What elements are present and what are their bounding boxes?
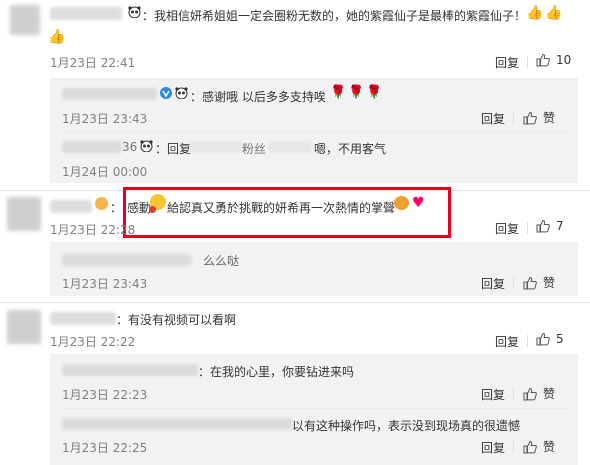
rose-emoji-icon: 🌹 [330,85,347,100]
username[interactable] [50,7,122,20]
heart-emoji-icon: ♥ [412,195,425,211]
avatar[interactable] [7,310,41,344]
like-label: 赞 [543,387,556,401]
separator [527,56,528,68]
username[interactable] [50,200,92,213]
reply-username[interactable] [62,418,292,430]
reply-button[interactable]: 回复 [495,220,519,237]
reply-timestamp: 1月23日 23:43 [62,277,148,291]
reply-prefix: ：回复 [155,142,192,156]
reply-button[interactable]: 回复 [495,54,519,71]
like-button[interactable]: 5 [536,332,564,346]
separator [527,222,528,234]
panda-emoji-icon [128,6,141,18]
panda-emoji-icon [175,87,188,99]
reply-timestamp: 1月24日 00:00 [62,165,148,179]
separator [513,388,514,400]
like-count: 10 [556,53,572,67]
thumbs-up-icon [536,53,550,67]
like-button[interactable]: 赞 [523,438,555,455]
thumbs-up-icon [536,219,550,233]
reply-username[interactable] [62,364,198,376]
reply-text: 以有这种操作吗，表示没到现场真的很遗憾 [292,419,521,433]
comment-text: 給認真又勇於挑戰的妍希再一次熱情的掌聲 [167,201,396,215]
avatar[interactable] [10,5,40,35]
like-button[interactable]: 赞 [523,274,555,291]
like-count: 5 [556,332,564,346]
reply-text: 么么哒 [203,254,240,268]
reply-username[interactable] [62,88,157,100]
like-button[interactable]: 赞 [523,109,555,126]
thumbs-up-emoji-icon: 👍 [545,5,563,21]
comment-timestamp: 1月23日 22:28 [50,223,136,237]
divider [0,302,590,303]
comment-timestamp: 1月23日 22:22 [50,335,136,349]
comment-timestamp: 1月23日 22:41 [50,56,136,70]
member-badge-icon [95,197,108,210]
separator [527,335,528,347]
reply-text: ：感谢哦 以后多多支持唉 [190,90,326,104]
thumbs-up-emoji-icon: 👍 [526,5,544,21]
rose-emoji-icon: 🌹 [366,85,383,100]
separator [513,112,514,124]
reply-user-fragment: 36 [122,140,138,154]
comment-text: ：有没有视频可以看啊 [116,313,237,327]
verified-badge-icon [160,87,172,99]
reply-timestamp: 1月23日 22:23 [62,388,148,402]
reply-button[interactable]: 回复 [481,439,505,456]
rose-emoji-icon: 🌹 [348,85,365,100]
reply-username[interactable] [62,141,122,153]
reply-button[interactable]: 回复 [495,333,519,350]
like-label: 赞 [543,111,556,125]
like-button[interactable]: 7 [536,219,564,233]
thumbs-up-icon [523,111,537,124]
like-button[interactable]: 10 [536,53,571,67]
comment-text-prefix: 感動 [127,201,152,215]
mentioned-username[interactable] [190,141,242,153]
reply-text: 嗯，不用客气 [314,142,387,156]
reply-timestamp: 1月23日 22:25 [62,441,148,455]
separator [513,441,514,453]
separator [513,277,514,289]
comment-text: ：我相信妍希姐姐一定会圈粉无数的，她的紫霞仙子是最棒的紫霞仙子！ [142,9,527,23]
reply-username[interactable] [62,254,192,266]
reply-timestamp: 1月23日 23:43 [62,112,148,126]
reply-button[interactable]: 回复 [481,386,505,403]
divider [62,132,567,133]
comment-text: ： [110,201,123,215]
divider [62,408,567,409]
reply-button[interactable]: 回复 [481,275,505,292]
like-count: 7 [556,219,564,233]
thumbs-up-icon [536,332,550,346]
username[interactable] [50,312,116,325]
thumbs-up-icon [523,387,537,400]
heart-emoji-icon [149,206,156,213]
panda-emoji-icon [140,140,153,152]
mentioned-username[interactable] [268,141,312,153]
clap-emoji-icon [394,196,409,210]
thumbs-up-icon [523,276,537,289]
like-label: 赞 [543,440,556,454]
thumbs-up-emoji-icon: 👍 [48,29,66,45]
like-button[interactable]: 赞 [523,385,555,402]
thumbs-up-icon [523,440,537,453]
reply-text: ：在我的心里，你要钻进来吗 [198,365,355,379]
reply-button[interactable]: 回复 [481,110,505,127]
avatar[interactable] [7,197,41,231]
like-label: 赞 [543,276,556,290]
reply-user-fragment: 粉丝 [242,142,267,156]
